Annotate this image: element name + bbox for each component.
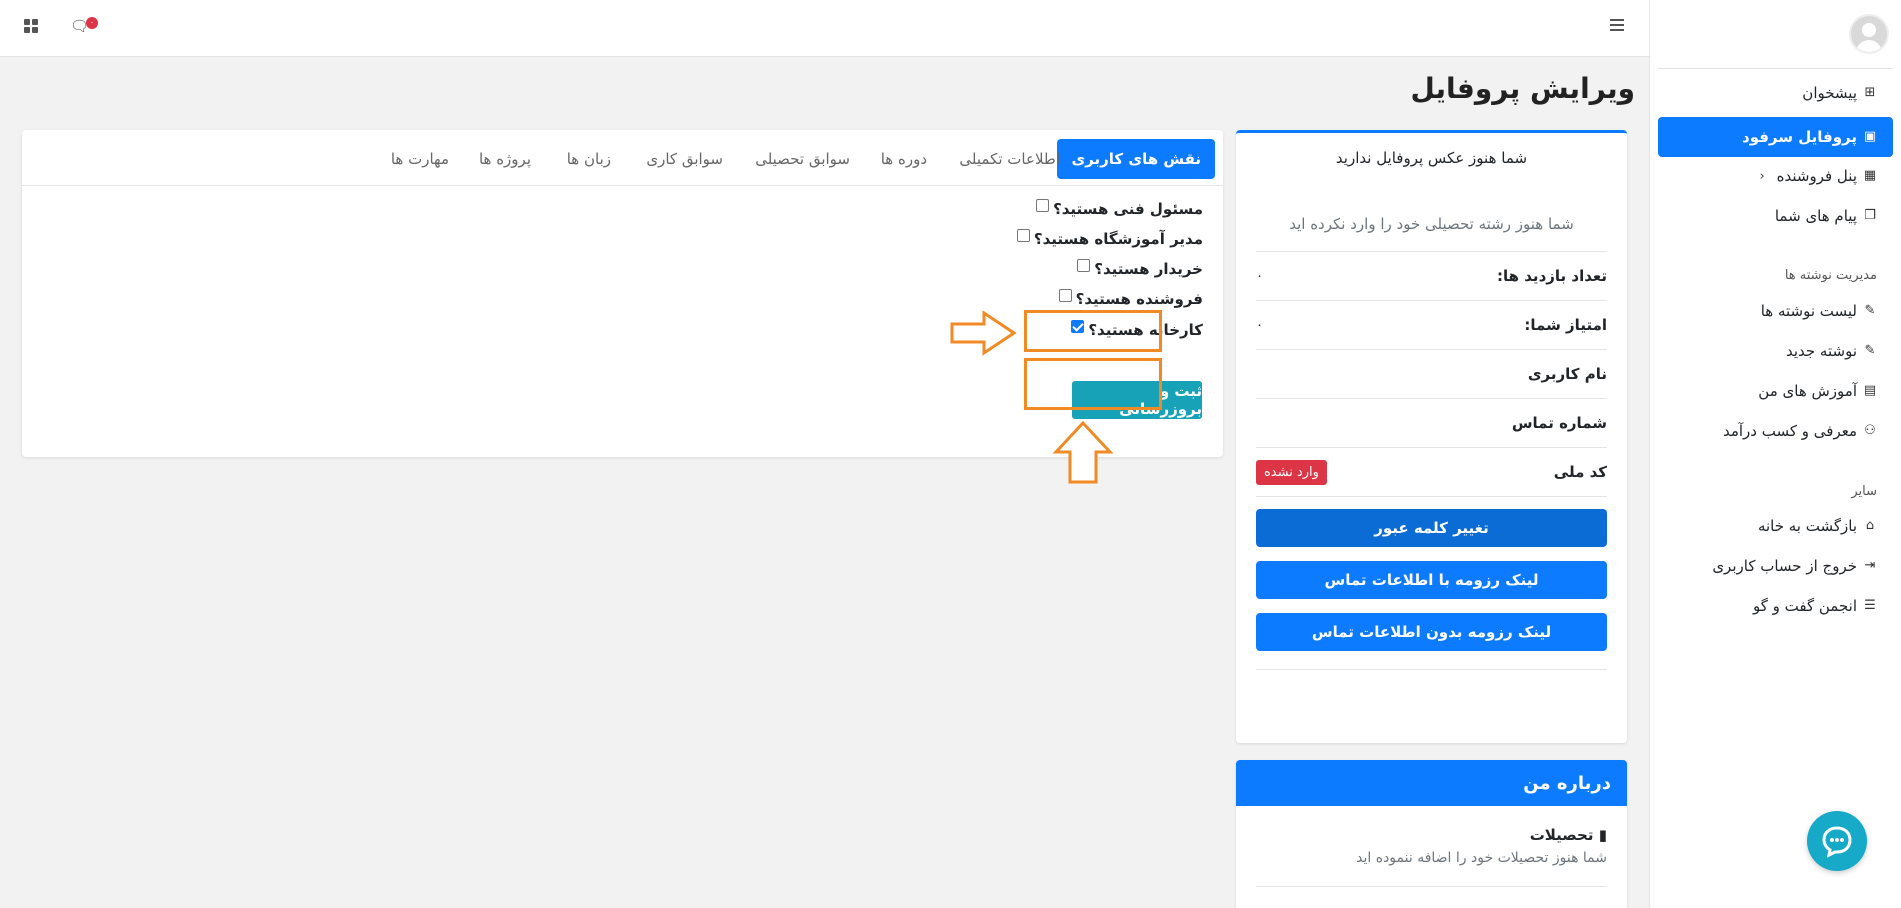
dashboard-icon: ⊞ <box>1864 85 1876 100</box>
sidebar-item-label: پیشخوان <box>1802 84 1857 102</box>
users-icon: ⚇ <box>1864 423 1876 438</box>
visits-value: ۰ <box>1256 268 1263 284</box>
arrow-right-annotation <box>950 310 1017 356</box>
role-buyer: خریدار هستید؟ <box>1077 258 1203 278</box>
sidebar: ⊞ پیشخوان ▣ پروفایل سرفود ▦ پنل فروشنده … <box>1649 0 1901 908</box>
education-empty-text: شما هنوز تحصیلات خود را اضافه ننموده اید <box>1356 850 1607 866</box>
card-divider <box>1256 669 1607 670</box>
score-label: امتیاز شما: <box>1524 316 1607 334</box>
messages-icon: ❐ <box>1864 208 1876 223</box>
highlight-factory-checkbox <box>1024 310 1162 352</box>
phone-label: شماره تماس <box>1511 414 1607 432</box>
tab-projects[interactable]: پروژه ها <box>479 139 531 179</box>
profile-card-icon: ▣ <box>1863 129 1877 144</box>
chat-badge: ۰ <box>86 17 98 29</box>
card-divider <box>1256 496 1607 497</box>
visits-row: تعداد بازدید ها: ۰ <box>1256 251 1607 300</box>
sidebar-divider <box>1658 68 1893 69</box>
education-heading: ▮ تحصیلات <box>1530 826 1607 844</box>
role-technical-manager: مسئول فنی هستید؟ <box>1036 198 1203 218</box>
sidebar-item-post-list[interactable]: ✎ لیست نوشته ها <box>1761 302 1877 320</box>
sidebar-item-label: پروفایل سرفود <box>1742 128 1857 146</box>
education-title: تحصیلات <box>1529 826 1594 844</box>
role-checkbox[interactable] <box>1016 228 1030 242</box>
top-bar: 🗨 ۰ <box>0 0 1649 57</box>
home-icon: ⌂ <box>1865 518 1875 533</box>
tab-courses[interactable]: دوره ها <box>881 139 927 179</box>
sidebar-item-label: خروج از حساب کاربری <box>1712 557 1857 575</box>
status-badge: وارد نشده <box>1256 459 1327 485</box>
change-password-button[interactable]: تغییر کلمه عبور <box>1256 509 1607 547</box>
highlight-submit-button <box>1024 358 1162 410</box>
apps-grid-icon[interactable] <box>24 19 38 33</box>
role-checkbox[interactable] <box>1058 288 1072 302</box>
role-label: مسئول فنی هستید؟ <box>1053 200 1203 218</box>
sidebar-item-label: انجمن گفت و گو <box>1752 597 1857 615</box>
sidebar-item-label: نوشته جدید <box>1785 342 1857 360</box>
tab-languages[interactable]: زبان ها <box>567 139 611 179</box>
sidebar-item-label: آموزش های من <box>1758 382 1857 400</box>
arrow-up-annotation <box>1052 420 1114 484</box>
chevron-left-icon: ‹ <box>1759 168 1765 184</box>
role-label: مدیر آموزشگاه هستید؟ <box>1033 230 1203 248</box>
national-id-label: کد ملی <box>1553 463 1607 481</box>
sidebar-item-logout[interactable]: ⇥ خروج از حساب کاربری <box>1712 557 1877 575</box>
sidebar-item-home[interactable]: ⌂ بازگشت به خانه <box>1758 517 1877 535</box>
sidebar-item-new-post[interactable]: ✎ نوشته جدید <box>1786 342 1877 360</box>
section-title-posts: مدیریت نوشته ها <box>1784 268 1877 283</box>
tab-work-history[interactable]: سوابق کاری <box>646 139 723 179</box>
about-me-title: درباره من <box>1236 760 1627 806</box>
role-checkbox[interactable] <box>1036 198 1050 212</box>
sidebar-item-profile[interactable]: ▣ پروفایل سرفود <box>1658 117 1893 157</box>
avatar[interactable] <box>1849 14 1889 54</box>
role-seller: فروشنده هستید؟ <box>1058 288 1203 308</box>
tab-user-roles[interactable]: نقش های کاربری <box>1057 139 1215 179</box>
section-title-other: سایر <box>1851 484 1877 499</box>
resume-without-contact-button[interactable]: لینک رزومه بدون اطلاعات تماس <box>1256 613 1607 651</box>
edit-icon: ✎ <box>1864 343 1876 358</box>
role-label: فروشنده هستید؟ <box>1075 290 1203 308</box>
sidebar-item-label: معرفی و کسب درآمد <box>1722 422 1857 440</box>
forum-icon: ☰ <box>1864 598 1876 613</box>
sidebar-item-label: پنل فروشنده <box>1776 167 1857 185</box>
edit-icon: ✎ <box>1864 303 1876 318</box>
tabs-bar: نقش های کاربری اطلاعات تکمیلی دوره ها سو… <box>22 130 1223 186</box>
score-value: ۰ <box>1256 317 1263 333</box>
sidebar-item-referral[interactable]: ⚇ معرفی و کسب درآمد <box>1723 422 1877 440</box>
no-field-text: شما هنوز رشته تحصیلی خود را وارد نکرده ا… <box>1289 215 1574 233</box>
logout-icon: ⇥ <box>1864 558 1876 573</box>
resume-with-contact-button[interactable]: لینک رزومه با اطلاعات تماس <box>1256 561 1607 599</box>
role-label: خریدار هستید؟ <box>1094 260 1203 278</box>
book-icon: ▤ <box>1863 383 1877 398</box>
sidebar-item-messages[interactable]: ❐ پیام های شما <box>1775 207 1877 225</box>
sidebar-item-my-tutorials[interactable]: ▤ آموزش های من <box>1758 382 1877 400</box>
tab-extra-info[interactable]: اطلاعات تکمیلی <box>959 139 1060 179</box>
username-label: نام کاربری <box>1527 365 1607 383</box>
sidebar-item-label: بازگشت به خانه <box>1757 517 1857 535</box>
visits-label: تعداد بازدید ها: <box>1497 267 1607 285</box>
national-id-row: کد ملی وارد نشده <box>1256 447 1607 496</box>
hamburger-menu-icon[interactable] <box>1610 19 1624 34</box>
tab-education-history[interactable]: سوابق تحصیلی <box>755 139 850 179</box>
sidebar-item-label: لیست نوشته ها <box>1760 302 1857 320</box>
no-photo-text: شما هنوز عکس پروفایل ندارید <box>1335 149 1528 167</box>
support-chat-button[interactable] <box>1807 811 1867 871</box>
phone-row: شماره تماس <box>1256 398 1607 447</box>
role-institute-manager: مدیر آموزشگاه هستید؟ <box>1016 228 1203 248</box>
score-row: امتیاز شما: ۰ <box>1256 300 1607 349</box>
sidebar-item-forum[interactable]: ☰ انجمن گفت و گو <box>1753 597 1877 615</box>
about-me-card: درباره من ▮ تحصیلات شما هنوز تحصیلات خود… <box>1236 760 1627 908</box>
sidebar-item-seller-panel[interactable]: ▦ پنل فروشنده ‹ <box>1759 167 1877 185</box>
book-icon: ▮ <box>1598 826 1607 844</box>
profile-summary-card: شما هنوز عکس پروفایل ندارید شما هنوز رشت… <box>1236 130 1627 743</box>
tab-skills[interactable]: مهارت ها <box>391 139 449 179</box>
chat-bubble-icon <box>1822 826 1852 858</box>
page-title: ویرایش پروفایل <box>1410 72 1635 105</box>
username-row: نام کاربری <box>1256 349 1607 398</box>
role-checkbox[interactable] <box>1077 258 1091 272</box>
store-icon: ▦ <box>1863 168 1877 183</box>
sidebar-item-dashboard[interactable]: ⊞ پیشخوان <box>1802 84 1877 102</box>
sidebar-item-label: پیام های شما <box>1774 207 1857 225</box>
card-divider <box>1256 886 1607 887</box>
